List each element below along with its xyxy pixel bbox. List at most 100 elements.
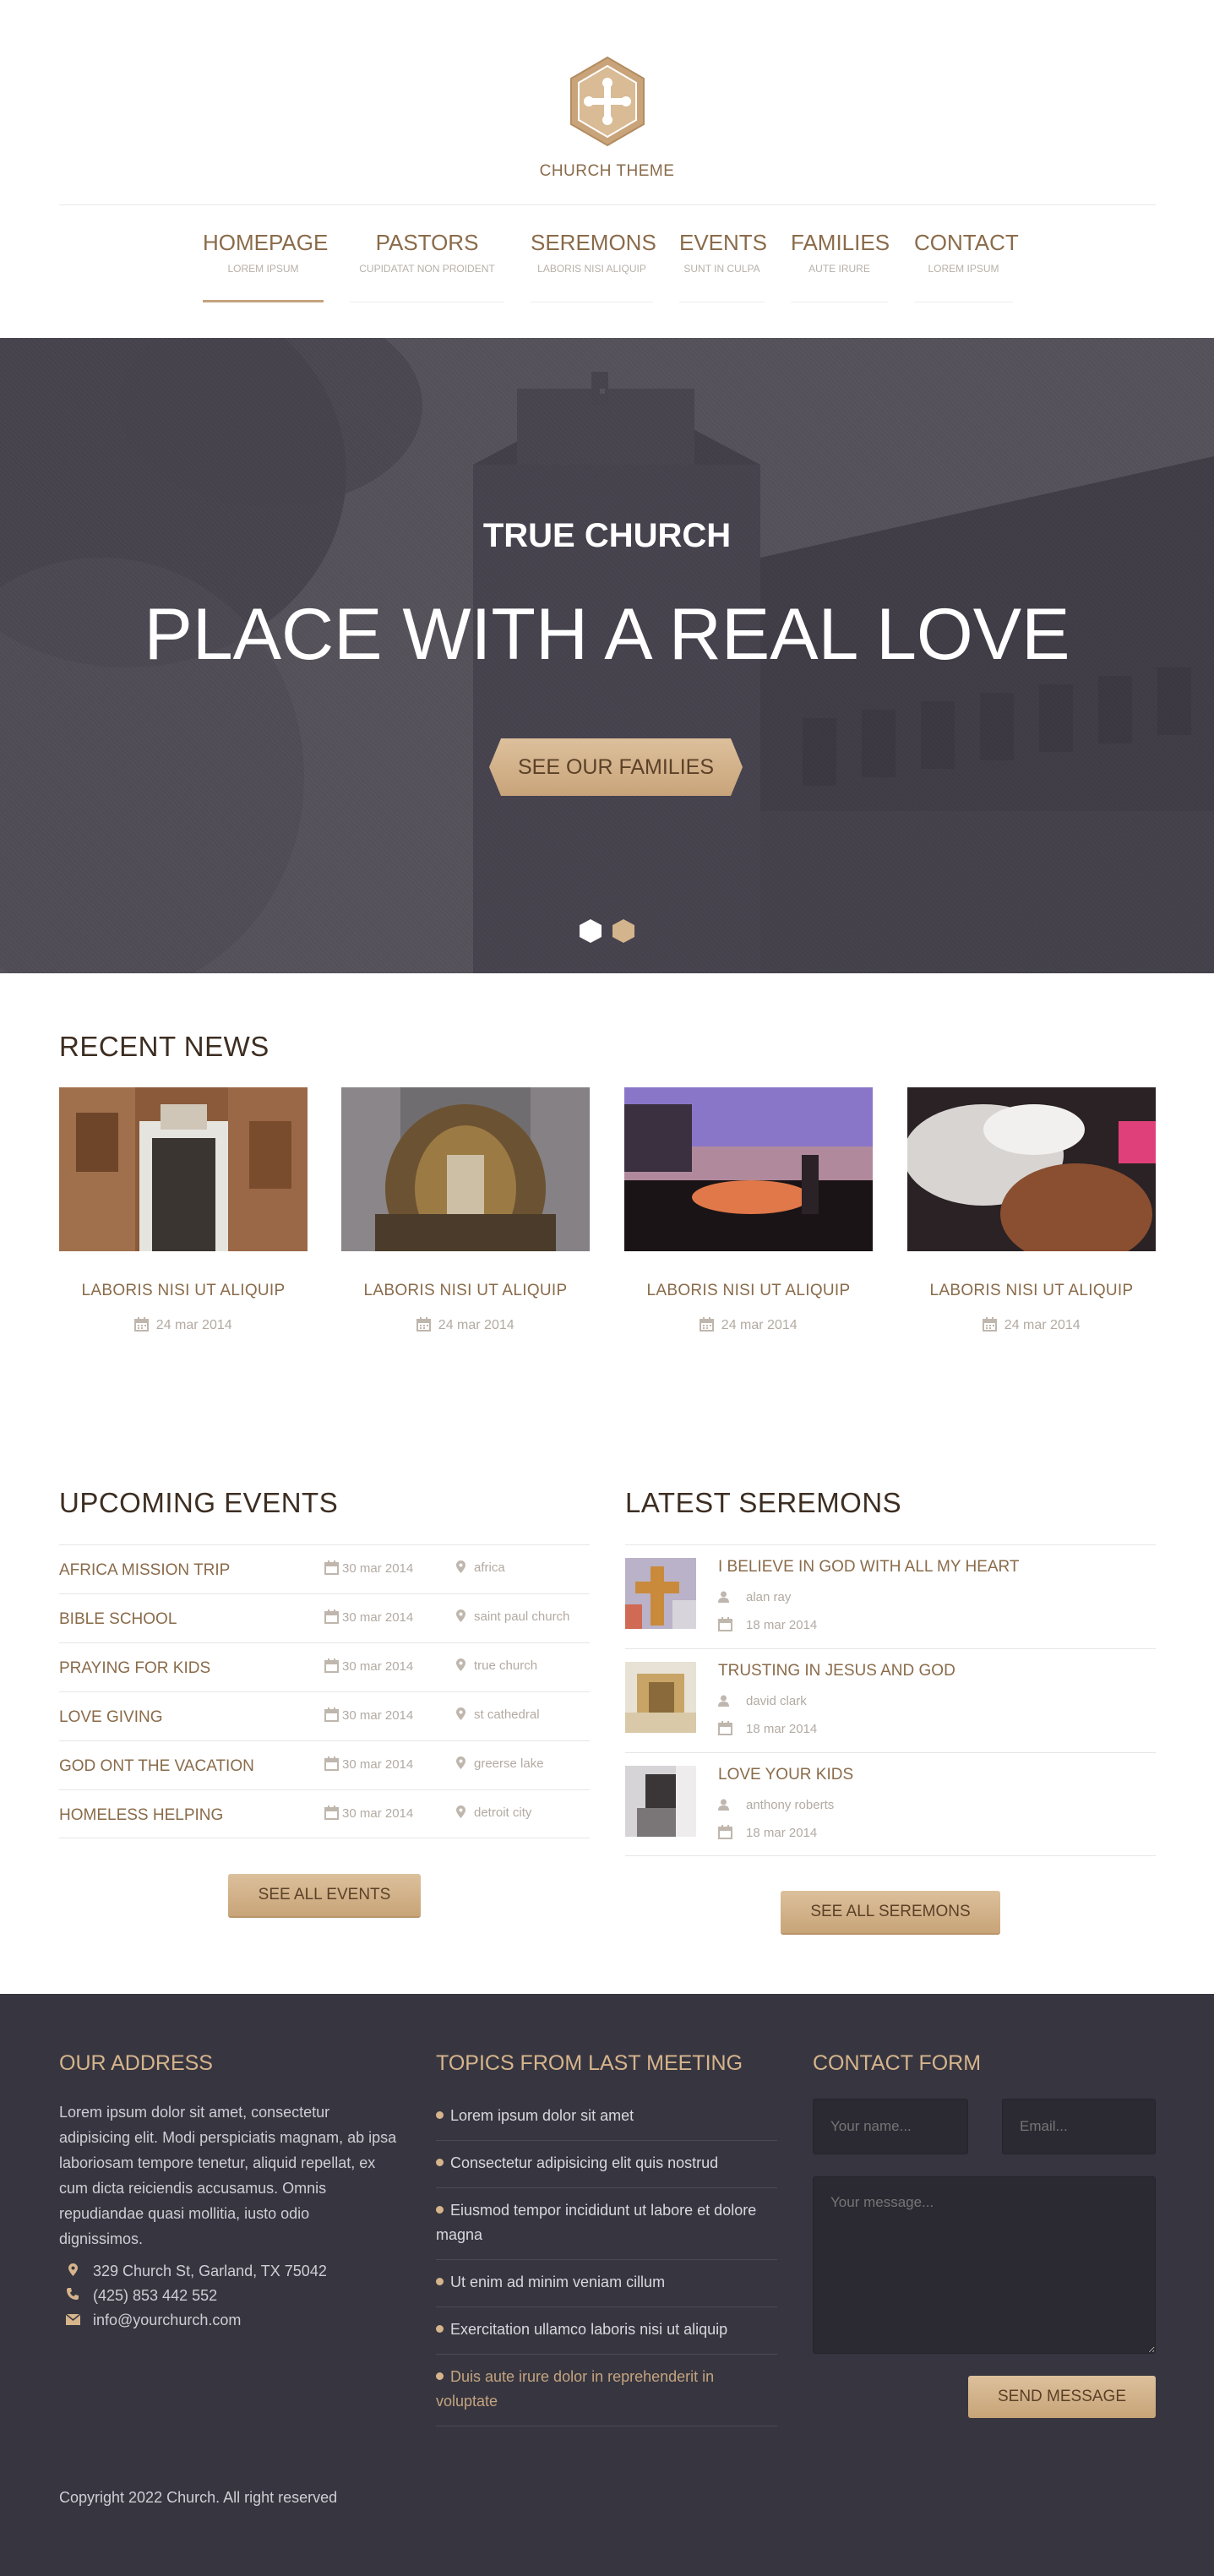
news-image[interactable] xyxy=(624,1087,873,1251)
event-name[interactable]: AFRICA MISSION TRIP xyxy=(59,1561,230,1580)
news-title[interactable]: LABORIS NISI UT ALIQUIP xyxy=(341,1282,590,1300)
user-icon xyxy=(718,1799,729,1811)
sermon-row: I BELIEVE IN GOD WITH ALL MY HEART alan … xyxy=(625,1544,1156,1648)
event-date: 30 mar 2014 xyxy=(324,1658,413,1674)
address-title: OUR ADDRESS xyxy=(59,2051,213,2075)
event-date: 30 mar 2014 xyxy=(324,1805,413,1821)
nav-item-families[interactable]: FAMILIES AUTE IRURE xyxy=(791,230,890,302)
church-cross-logo-icon[interactable] xyxy=(568,56,647,147)
event-location: saint paul church xyxy=(456,1609,569,1624)
event-location: africa xyxy=(456,1560,505,1575)
news-date: 24 mar 2014 xyxy=(624,1317,873,1333)
event-date-text: 30 mar 2014 xyxy=(342,1610,414,1625)
event-name[interactable]: BIBLE SCHOOL xyxy=(59,1610,177,1629)
event-location: st cathedral xyxy=(456,1707,540,1722)
sermon-thumbnail[interactable] xyxy=(625,1662,696,1733)
topic-item[interactable]: Lorem ipsum dolor sit amet xyxy=(436,2094,777,2141)
see-all-events-button[interactable]: SEE ALL EVENTS xyxy=(228,1874,421,1916)
address-phone: (425) 853 442 552 xyxy=(59,2287,217,2305)
user-icon xyxy=(718,1695,729,1707)
topic-item[interactable]: Duis aute irure dolor in reprehenderit i… xyxy=(436,2355,777,2426)
event-location-text: true church xyxy=(474,1658,538,1673)
sermon-title[interactable]: TRUSTING IN JESUS AND GOD xyxy=(718,1662,955,1680)
news-title[interactable]: LABORIS NISI UT ALIQUIP xyxy=(59,1282,308,1300)
upcoming-events-title: UPCOMING EVENTS xyxy=(59,1487,339,1518)
bullet-icon xyxy=(436,2159,444,2166)
news-title[interactable]: LABORIS NISI UT ALIQUIP xyxy=(907,1282,1156,1300)
nav-label: CONTACT xyxy=(914,230,1019,255)
sermon-author-text: alan ray xyxy=(746,1590,792,1604)
news-date: 24 mar 2014 xyxy=(59,1317,308,1333)
event-date-text: 30 mar 2014 xyxy=(342,1659,414,1674)
see-families-button[interactable]: SEE OUR FAMILIES xyxy=(489,738,743,796)
send-message-button[interactable]: SEND MESSAGE xyxy=(968,2376,1156,2418)
message-field[interactable] xyxy=(813,2176,1156,2354)
nav-item-contact[interactable]: CONTACT LOREM IPSUM xyxy=(914,230,1019,302)
address-phone-text: (425) 853 442 552 xyxy=(93,2287,218,2304)
map-pin-icon xyxy=(456,1805,465,1818)
calendar-icon xyxy=(324,1560,339,1575)
nav-label: FAMILIES xyxy=(791,230,890,255)
event-location-text: greerse lake xyxy=(474,1756,544,1771)
see-all-seremons-button[interactable]: SEE ALL SEREMONS xyxy=(781,1891,1000,1933)
name-field[interactable] xyxy=(813,2099,968,2154)
nav-item-pastors[interactable]: PASTORS CUPIDATAT NON PROIDENT xyxy=(350,230,504,302)
news-card[interactable]: LABORIS NISI UT ALIQUIP 24 mar 2014 xyxy=(59,1087,308,1333)
topic-item[interactable]: Ut enim ad minim veniam cillum xyxy=(436,2260,777,2307)
event-date: 30 mar 2014 xyxy=(324,1560,413,1576)
nav-item-homepage[interactable]: HOMEPAGE LOREM IPSUM xyxy=(203,230,328,302)
event-row: LOVE GIVING 30 mar 2014 st cathedral xyxy=(59,1691,590,1740)
sermon-row: LOVE YOUR KIDS anthony roberts 18 mar 20… xyxy=(625,1752,1156,1856)
map-pin-icon xyxy=(64,2263,81,2280)
news-card[interactable]: LABORIS NISI UT ALIQUIP 24 mar 2014 xyxy=(624,1087,873,1333)
calendar-icon xyxy=(416,1317,432,1332)
topic-text: Eiusmod tempor incididunt ut labore et d… xyxy=(436,2202,757,2243)
sermon-author: anthony roberts xyxy=(718,1798,834,1812)
sermon-date: 18 mar 2014 xyxy=(718,1617,817,1632)
topic-text: Lorem ipsum dolor sit amet xyxy=(450,2107,634,2124)
news-title[interactable]: LABORIS NISI UT ALIQUIP xyxy=(624,1282,873,1300)
nav-sublabel: AUTE IRURE xyxy=(808,263,870,275)
news-image[interactable] xyxy=(341,1087,590,1251)
calendar-icon xyxy=(718,1617,732,1631)
sermon-thumbnail[interactable] xyxy=(625,1766,696,1837)
bullet-icon xyxy=(436,2325,444,2333)
sermon-author: alan ray xyxy=(718,1590,791,1604)
topic-item[interactable]: Consectetur adipisicing elit quis nostru… xyxy=(436,2141,777,2188)
topic-item[interactable]: Exercitation ullamco laboris nisi ut ali… xyxy=(436,2307,777,2355)
address-email-text[interactable]: info@yourchurch.com xyxy=(93,2312,241,2328)
event-name[interactable]: LOVE GIVING xyxy=(59,1708,162,1727)
nav-item-events[interactable]: EVENTS SUNT IN CULPA xyxy=(679,230,767,302)
map-pin-icon xyxy=(456,1756,465,1769)
nav-sublabel: SUNT IN CULPA xyxy=(683,263,760,275)
nav-sublabel: LOREM IPSUM xyxy=(227,263,299,275)
sermon-title[interactable]: I BELIEVE IN GOD WITH ALL MY HEART xyxy=(718,1558,1020,1577)
user-icon xyxy=(718,1591,729,1603)
bullet-icon xyxy=(436,2206,444,2214)
event-name[interactable]: GOD ONT THE VACATION xyxy=(59,1757,254,1776)
latest-seremons-title: LATEST SEREMONS xyxy=(625,1487,902,1518)
site-header: CHURCH THEME HOMEPAGE LOREM IPSUM PASTOR… xyxy=(0,0,1214,338)
nav-label: SEREMONS xyxy=(531,230,656,255)
event-location-text: st cathedral xyxy=(474,1707,540,1722)
sermon-author: david clark xyxy=(718,1694,807,1708)
event-date: 30 mar 2014 xyxy=(324,1707,413,1723)
news-card[interactable]: LABORIS NISI UT ALIQUIP 24 mar 2014 xyxy=(907,1087,1156,1333)
sermon-title[interactable]: LOVE YOUR KIDS xyxy=(718,1766,853,1784)
news-image[interactable] xyxy=(59,1087,308,1251)
event-row: AFRICA MISSION TRIP 30 mar 2014 africa xyxy=(59,1544,590,1593)
address-email[interactable]: info@yourchurch.com xyxy=(59,2312,241,2329)
sermon-thumbnail[interactable] xyxy=(625,1558,696,1629)
nav-sublabel: CUPIDATAT NON PROIDENT xyxy=(359,263,495,275)
news-image[interactable] xyxy=(907,1087,1156,1251)
nav-item-seremons[interactable]: SEREMONS LABORIS NISI ALIQUIP xyxy=(531,230,656,302)
event-name[interactable]: PRAYING FOR KIDS xyxy=(59,1659,210,1678)
news-card[interactable]: LABORIS NISI UT ALIQUIP 24 mar 2014 xyxy=(341,1087,590,1333)
event-date-text: 30 mar 2014 xyxy=(342,1757,414,1772)
event-name[interactable]: HOMELESS HELPING xyxy=(59,1806,223,1825)
header-divider xyxy=(59,204,1156,205)
nav-sublabel: LOREM IPSUM xyxy=(928,263,999,275)
email-field[interactable] xyxy=(1002,2099,1156,2154)
topic-text: Exercitation ullamco laboris nisi ut ali… xyxy=(450,2321,728,2338)
topic-item[interactable]: Eiusmod tempor incididunt ut labore et d… xyxy=(436,2188,777,2260)
